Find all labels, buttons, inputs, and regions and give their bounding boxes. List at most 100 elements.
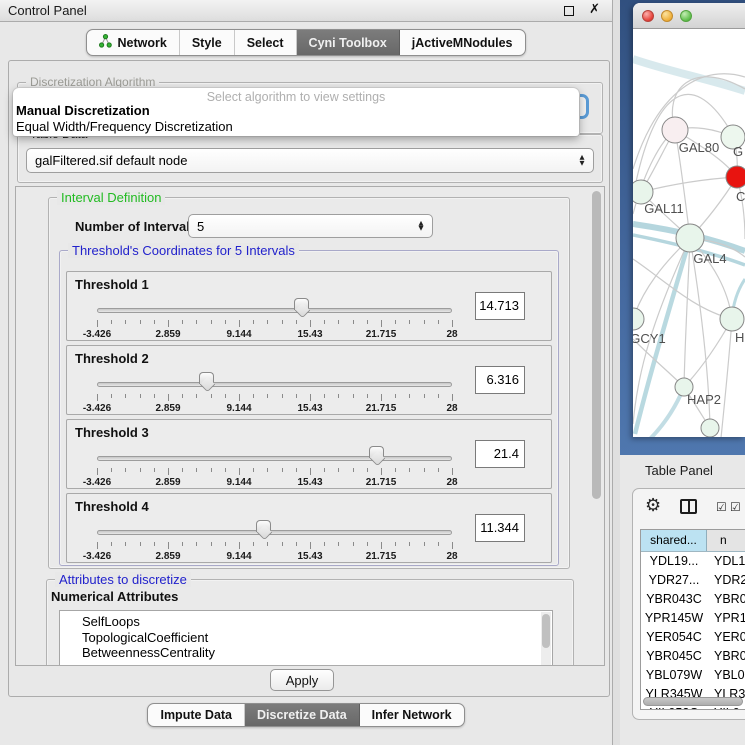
slider-track[interactable] [97,530,452,535]
table-row[interactable]: YDL19...YDL1 [641,552,745,571]
vertical-scrollbar[interactable] [591,188,603,664]
threshold-panel-2: Threshold 2-3.4262.8599.14415.4321.71528… [66,345,552,415]
tick-label: 2.859 [155,329,180,340]
bottom-tab-bar: Impute DataDiscretize DataInfer Network [0,703,612,727]
table-row[interactable]: YPR145WYPR1 [641,609,745,628]
gear-icon[interactable]: ⚙ [645,495,661,516]
threshold-value-field[interactable]: 14.713 [475,292,525,320]
close-panel-icon[interactable]: ✗ [589,2,600,17]
slider-thumb[interactable] [369,446,384,458]
tab-discretize-data[interactable]: Discretize Data [245,704,360,726]
interval-definition-group: Interval Definition Number of Intervals … [48,197,570,569]
cell-name: YER0 [707,628,745,647]
threshold-value-field[interactable]: 11.344 [475,514,525,542]
cell-shared-name: YPR145W [641,609,707,628]
network-node-h[interactable] [720,307,744,331]
attribute-item-selfloops[interactable]: SelfLoops [60,614,552,630]
checkbox-icon[interactable]: ☑ [716,500,727,514]
table-row[interactable]: YDR27...YDR2 [641,571,745,590]
tick-mark [125,394,126,398]
column-header-name[interactable]: n [707,530,745,551]
tick-mark [196,468,197,472]
tab-label: jActiveMNodules [412,36,513,50]
checkbox-icon[interactable]: ☑ [730,500,741,514]
slider-thumb[interactable] [199,372,214,384]
horizontal-scrollbar[interactable] [643,697,745,706]
tick-mark [424,542,425,546]
zoom-button[interactable] [680,10,692,22]
network-canvas[interactable]: GAL80GCGAL11GAL4GCY1HHAP2 [633,29,745,437]
control-panel-titlebar: Control Panel ✗ [0,0,612,22]
dropdown-option-manual-discretization[interactable]: Manual Discretization [13,103,579,119]
tick-label: 2.859 [155,403,180,414]
scrollbar-thumb[interactable] [592,191,601,499]
network-node-c[interactable] [726,166,745,188]
table-row[interactable]: YBR043CYBR0 [641,590,745,609]
table-data-combobox[interactable]: galFiltered.sif default node [26,148,594,173]
slider-track[interactable] [97,308,452,313]
tick-mark [225,394,226,398]
table-row[interactable]: YBL079WYBL0 [641,666,745,685]
tick-label: -3.426 [83,329,111,340]
network-node-label: C [736,189,745,204]
tab-style[interactable]: Style [180,30,235,55]
tick-label: 28 [446,477,457,488]
panel-splitter[interactable] [612,0,620,745]
threshold-value-field[interactable]: 21.4 [475,440,525,468]
tick-label: 28 [446,403,457,414]
tick-mark [324,542,325,546]
attribute-item-betweennesscentrality[interactable]: BetweennessCentrality [60,645,552,661]
tab-network[interactable]: Network [87,30,179,55]
network-node-label: HAP2 [687,392,721,407]
tick-mark [196,542,197,546]
tick-mark [282,468,283,472]
tick-mark [211,468,212,472]
attribute-item-topologicalcoefficient[interactable]: TopologicalCoefficient [60,630,552,646]
combo-value: 5 [189,219,415,234]
cell-name: YDL1 [707,552,745,571]
minimize-button[interactable] [661,10,673,22]
close-button[interactable] [642,10,654,22]
split-columns-icon[interactable] [680,499,697,514]
tab-select[interactable]: Select [235,30,297,55]
tick-mark [182,468,183,472]
cyni-toolbox-panel: Discretization Algorithm Select algorith… [8,60,610,697]
tab-infer-network[interactable]: Infer Network [360,704,464,726]
tick-mark [239,320,240,327]
tick-label: 9.144 [226,329,251,340]
tick-mark [253,542,254,546]
dropdown-option-equal-width-frequency-discretization[interactable]: Equal Width/Frequency Discretization [13,119,579,135]
tab-jactivemnodules[interactable]: jActiveMNodules [400,30,525,55]
numerical-attributes-list[interactable]: SelfLoopsTopologicalCoefficientBetweenne… [59,610,553,666]
network-node-gal4[interactable] [676,224,704,252]
float-window-icon[interactable] [564,6,574,16]
apply-button[interactable]: Apply [270,669,334,691]
tab-impute-data[interactable]: Impute Data [148,704,245,726]
tick-mark [154,468,155,472]
slider-thumb[interactable] [256,520,271,532]
tick-mark [438,542,439,546]
cell-shared-name: YBL079W [641,666,707,685]
tick-mark [409,394,410,398]
tick-mark [239,394,240,401]
table-row[interactable]: YER054CYER0 [641,628,745,647]
table-row[interactable]: YBR045CYBR0 [641,647,745,666]
tick-mark [324,394,325,398]
num-intervals-combobox[interactable]: 5 [188,214,433,238]
tick-mark [168,394,169,401]
scrollbar-thumb[interactable] [643,697,743,706]
column-header-shared-name[interactable]: shared... [641,530,707,551]
slider-track[interactable] [97,456,452,461]
tick-mark [438,468,439,472]
threshold-label: Threshold 4 [75,499,149,514]
slider-thumb[interactable] [294,298,309,310]
numerical-attributes-label: Numerical Attributes [51,589,178,604]
network-node-gcy1[interactable] [633,308,644,330]
slider-track[interactable] [97,382,452,387]
threshold-value-field[interactable]: 6.316 [475,366,525,394]
list-scrollbar[interactable] [541,612,551,666]
tab-cyni-toolbox[interactable]: Cyni Toolbox [297,30,400,55]
scrollbar-thumb[interactable] [542,614,550,648]
network-node[interactable] [701,419,719,437]
network-view-window[interactable]: GAL80GCGAL11GAL4GCY1HHAP2 [633,3,745,437]
